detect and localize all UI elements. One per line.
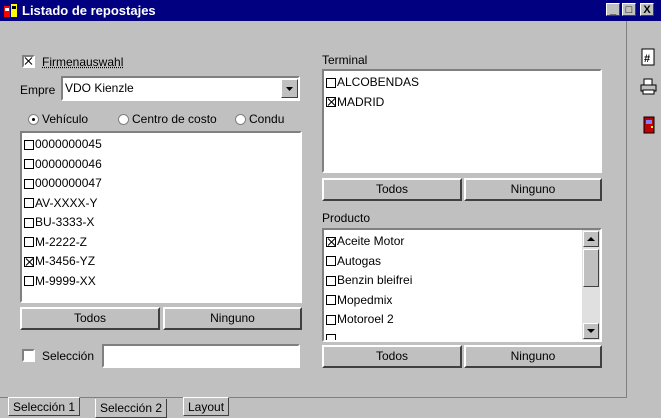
item-checkbox — [24, 276, 34, 287]
selection-label: Selección — [42, 349, 95, 363]
mode-driver-radio[interactable]: Condu — [235, 112, 301, 126]
company-label: Empre — [20, 83, 56, 97]
selection-check — [22, 349, 35, 363]
product-list[interactable]: Aceite Motor Autogas Benzin bleifrei Mop… — [322, 228, 602, 342]
printer-icon[interactable] — [640, 78, 657, 95]
window-title: Listado de repostajes — [22, 3, 156, 18]
list-item[interactable]: 0000000046 — [22, 155, 300, 175]
app-icon — [4, 4, 17, 17]
item-checkbox — [326, 256, 336, 267]
item-label: Autogas — [337, 253, 382, 268]
vehicle-list[interactable]: 0000000045 0000000046 0000000047 AV-XXXX… — [20, 131, 302, 303]
list-item[interactable]: Benzin bleifrei — [324, 271, 582, 291]
mode-vehicle-label: Vehículo — [42, 112, 89, 126]
company-filter-label: Firmenauswahl — [42, 55, 124, 69]
item-checkbox — [24, 159, 34, 170]
product-items: Aceite Motor Autogas Benzin bleifrei Mop… — [324, 232, 582, 340]
list-item[interactable]: MADRID — [324, 93, 600, 113]
item-label: 0000000046 — [35, 156, 102, 171]
mode-vehicle-radio[interactable]: Vehículo — [28, 112, 88, 126]
mode-cost-center-label: Centro de costo — [132, 112, 217, 126]
product-scrollbar[interactable] — [582, 230, 600, 340]
terminal-none-button[interactable]: Ninguno — [464, 178, 602, 201]
item-label: M-2222-Z — [35, 234, 88, 249]
list-item[interactable]: BU-3333-X — [22, 213, 300, 233]
list-item[interactable]: M-9999-XX — [22, 272, 300, 292]
item-label: 0000000045 — [35, 137, 102, 151]
item-checkbox — [326, 236, 336, 247]
item-label: 0000000047 — [35, 176, 102, 190]
scroll-down-button[interactable] — [583, 323, 599, 339]
product-all-button[interactable]: Todos — [322, 345, 462, 368]
item-checkbox — [326, 295, 336, 306]
list-item[interactable]: M-2222-Z — [22, 233, 300, 253]
calculator-icon[interactable]: # — [641, 48, 656, 66]
terminal-list[interactable]: ALCOBENDAS MADRID — [322, 69, 602, 173]
product-label: Producto — [322, 211, 371, 225]
list-item[interactable]: 0000000047 — [22, 174, 300, 194]
tab-seleccion-1[interactable]: Selección 1 — [8, 397, 81, 416]
item-checkbox — [24, 198, 34, 209]
list-item[interactable]: 0000000045 — [22, 135, 300, 155]
dropdown-button[interactable] — [281, 79, 298, 98]
item-checkbox — [24, 256, 34, 267]
item-label: M-9999-XX — [35, 273, 96, 288]
selection-checkbox[interactable] — [22, 348, 36, 363]
mode-driver-label: Condu — [249, 112, 285, 126]
terminal-all-button[interactable]: Todos — [322, 178, 462, 201]
exit-door-icon[interactable] — [643, 116, 655, 134]
list-item[interactable]: Autogas — [324, 252, 582, 272]
list-item[interactable]: AV-XXXX-Y — [22, 194, 300, 214]
list-item[interactable]: ALCOBENDAS — [324, 73, 600, 93]
terminal-label: Terminal — [322, 53, 368, 67]
arrow-down-icon — [587, 329, 595, 333]
item-checkbox — [326, 97, 336, 108]
product-none-button[interactable]: Ninguno — [464, 345, 602, 368]
list-item[interactable]: Aceite Motor — [324, 232, 582, 252]
item-label: M-3456-YZ — [35, 254, 96, 268]
item-checkbox — [326, 314, 336, 325]
item-label: Motoroel 2 — [337, 312, 394, 326]
arrow-up-icon — [587, 237, 595, 241]
item-checkbox — [326, 334, 336, 340]
item-checkbox — [326, 275, 336, 286]
item-label: ALCOBENDAS — [337, 75, 420, 89]
list-item[interactable]: Mopedmix — [324, 291, 582, 311]
chevron-down-icon — [286, 87, 293, 91]
radio-vehicle-indicator — [28, 114, 39, 126]
item-label: MADRID — [337, 94, 385, 109]
item-checkbox — [326, 77, 336, 88]
vehicles-all-button[interactable]: Todos — [20, 307, 160, 330]
item-checkbox — [24, 139, 34, 150]
item-label: Mopedmix — [337, 292, 393, 307]
radio-cost-center-indicator — [118, 114, 129, 126]
company-filter-check — [22, 55, 35, 69]
item-checkbox — [24, 178, 34, 189]
item-label: BU-3333-X — [35, 215, 95, 229]
company-select-value: VDO Kienzle — [65, 81, 134, 95]
vehicles-none-button[interactable]: Ninguno — [163, 307, 302, 330]
tab-layout[interactable]: Layout — [183, 397, 230, 416]
company-select[interactable]: VDO Kienzle — [61, 76, 300, 101]
item-checkbox — [24, 217, 34, 228]
mode-cost-center-radio[interactable]: Centro de costo — [118, 112, 244, 126]
list-item[interactable]: Motoroel 2 — [324, 310, 582, 330]
item-checkbox — [24, 237, 34, 248]
list-item[interactable]: M-3456-YZ — [22, 252, 300, 272]
list-item-partial[interactable] — [324, 330, 582, 340]
minimize-button[interactable]: _ — [606, 3, 620, 16]
maximize-button[interactable]: □ — [622, 3, 636, 16]
scroll-thumb[interactable] — [583, 249, 599, 287]
selection-input[interactable] — [102, 344, 300, 368]
close-button[interactable]: X — [640, 3, 654, 16]
company-filter-checkbox[interactable] — [22, 54, 36, 69]
item-label: Benzin bleifrei — [337, 273, 413, 287]
item-label: Aceite Motor — [337, 234, 405, 248]
svg-text:#: # — [644, 53, 650, 65]
item-label: AV-XXXX-Y — [35, 195, 98, 210]
scroll-up-button[interactable] — [583, 231, 599, 247]
tab-seleccion-2[interactable]: Selección 2 — [95, 399, 168, 418]
radio-driver-indicator — [235, 114, 246, 126]
